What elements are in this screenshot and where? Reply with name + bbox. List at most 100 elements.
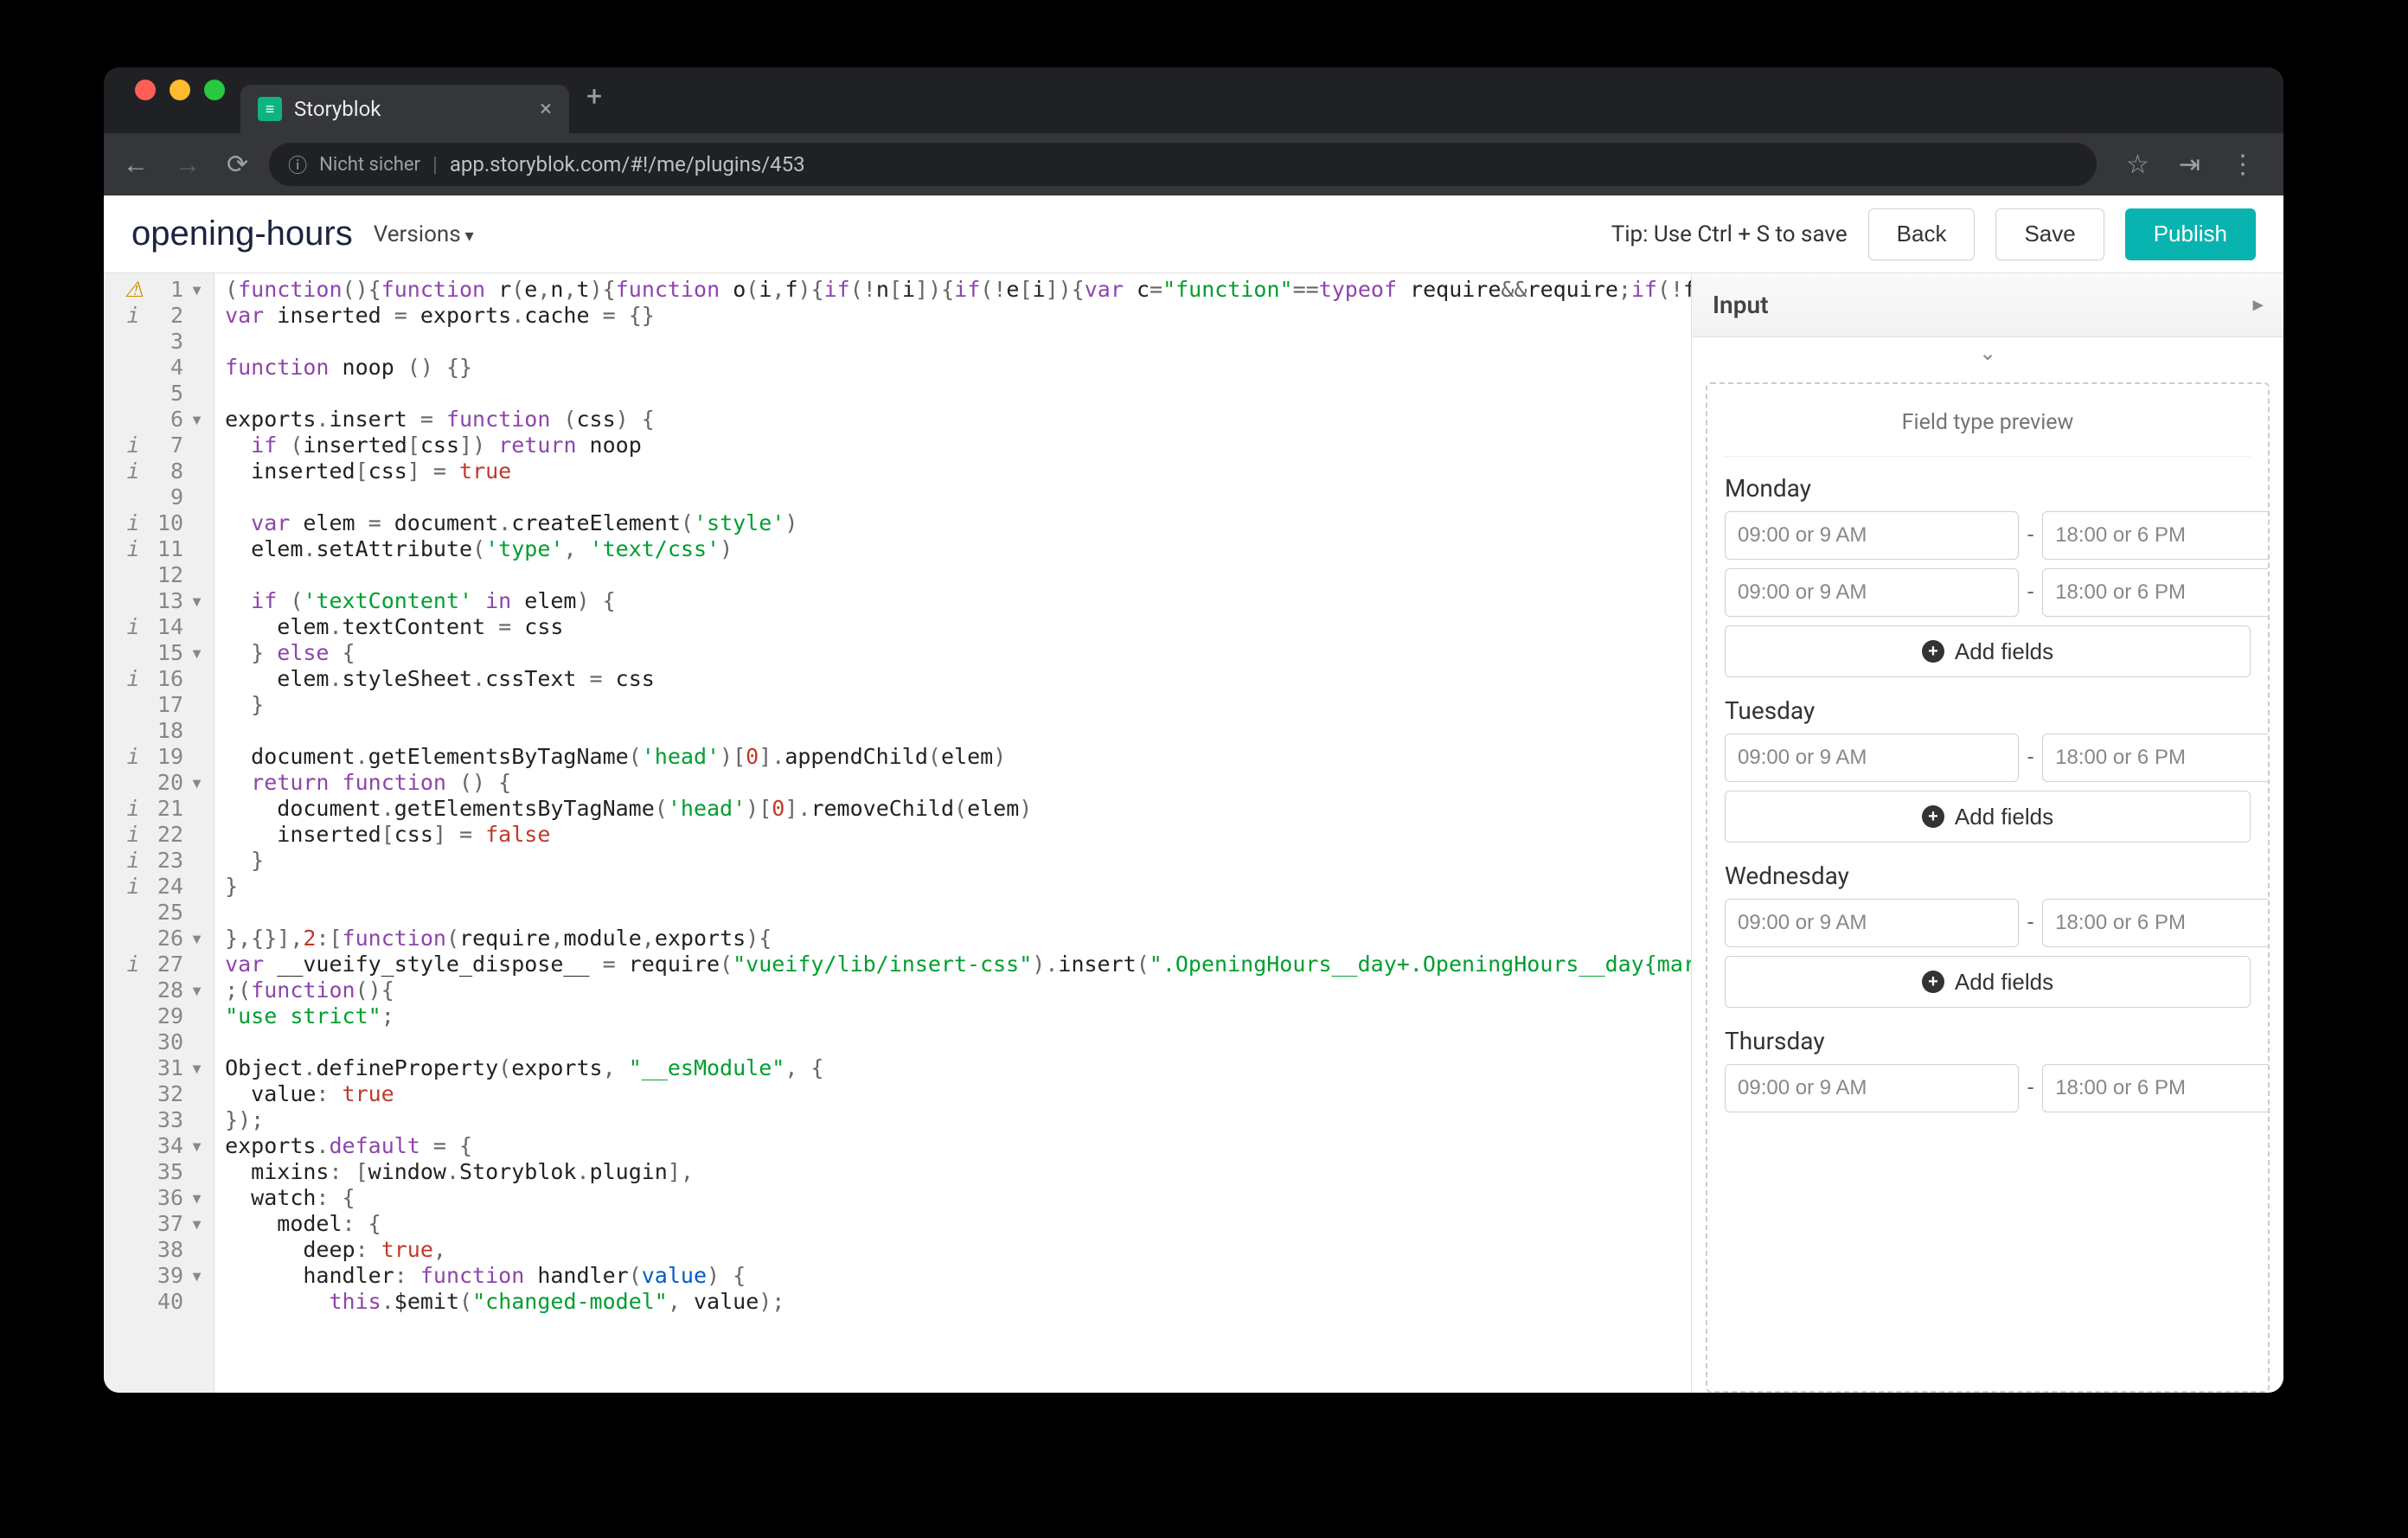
minimize-window-icon[interactable] bbox=[170, 80, 190, 100]
input-section-header[interactable]: Input ▸ bbox=[1692, 273, 2283, 337]
tab-close-icon[interactable]: × bbox=[540, 96, 552, 122]
code-line[interactable]: }); bbox=[225, 1107, 1681, 1133]
collapse-toggle[interactable]: ⌄ bbox=[1692, 337, 2283, 368]
url-field[interactable]: ⓘ Nicht sicher | app.storyblok.com/#!/me… bbox=[269, 143, 2097, 186]
gutter-line: 40 bbox=[125, 1289, 203, 1315]
add-fields-button[interactable]: +Add fields bbox=[1725, 791, 2251, 843]
gutter-line: 6▾ bbox=[125, 407, 203, 433]
code-line[interactable]: watch: { bbox=[225, 1185, 1681, 1211]
code-line[interactable]: var elem = document.createElement('style… bbox=[225, 510, 1681, 536]
time-from-input[interactable] bbox=[1725, 734, 2019, 782]
code-line[interactable]: if (inserted[css]) return noop bbox=[225, 433, 1681, 458]
code-line[interactable]: "use strict"; bbox=[225, 1003, 1681, 1029]
code-line[interactable]: exports.insert = function (css) { bbox=[225, 407, 1681, 433]
chevron-right-icon: ▸ bbox=[2253, 294, 2263, 316]
code-line[interactable]: } bbox=[225, 874, 1681, 900]
gutter-line: 28▾ bbox=[125, 977, 203, 1003]
code-line[interactable]: model: { bbox=[225, 1211, 1681, 1237]
time-from-input[interactable] bbox=[1725, 899, 2019, 947]
code-line[interactable]: if ('textContent' in elem) { bbox=[225, 588, 1681, 614]
new-tab-button[interactable]: + bbox=[569, 80, 619, 121]
code-line[interactable]: elem.styleSheet.cssText = css bbox=[225, 666, 1681, 692]
code-area[interactable]: (function(){function r(e,n,t){function o… bbox=[215, 273, 1691, 1393]
code-line[interactable]: deep: true, bbox=[225, 1237, 1681, 1263]
code-line[interactable]: inserted[css] = true bbox=[225, 458, 1681, 484]
gutter-line: i19 bbox=[125, 744, 203, 770]
code-line[interactable]: var inserted = exports.cache = {} bbox=[225, 303, 1681, 329]
gutter-line: 9 bbox=[125, 484, 203, 510]
gutter-line: i27 bbox=[125, 952, 203, 977]
dash-separator: - bbox=[2027, 580, 2033, 606]
code-line[interactable]: document.getElementsByTagName('head')[0]… bbox=[225, 796, 1681, 822]
code-line[interactable]: (function(){function r(e,n,t){function o… bbox=[225, 277, 1681, 303]
code-line[interactable]: value: true bbox=[225, 1081, 1681, 1107]
back-button[interactable]: Back bbox=[1868, 208, 1976, 260]
dash-separator: - bbox=[2027, 745, 2033, 771]
back-icon[interactable]: ← bbox=[118, 150, 154, 180]
code-line[interactable]: } bbox=[225, 848, 1681, 874]
gutter-line: 29 bbox=[125, 1003, 203, 1029]
add-fields-button[interactable]: +Add fields bbox=[1725, 956, 2251, 1008]
code-line[interactable]: return function () { bbox=[225, 770, 1681, 796]
save-button[interactable]: Save bbox=[1995, 208, 2104, 260]
input-label: Input bbox=[1713, 291, 1768, 319]
code-line[interactable] bbox=[225, 381, 1681, 407]
code-editor[interactable]: ⚠1▾i2 3 4 5 6▾i7 i8 9 i10 i11 12 13▾i14 … bbox=[104, 273, 1691, 1393]
time-to-input[interactable] bbox=[2042, 511, 2270, 560]
time-row: - bbox=[1725, 511, 2251, 560]
code-line[interactable]: },{}],2:[function(require,module,exports… bbox=[225, 926, 1681, 952]
time-from-input[interactable] bbox=[1725, 568, 2019, 617]
code-line[interactable]: exports.default = { bbox=[225, 1133, 1681, 1159]
day-block: Monday--+Add fields bbox=[1725, 474, 2251, 677]
code-line[interactable] bbox=[225, 900, 1681, 926]
code-line[interactable]: } bbox=[225, 692, 1681, 718]
code-line[interactable]: } else { bbox=[225, 640, 1681, 666]
code-line[interactable] bbox=[225, 562, 1681, 588]
site-info-icon[interactable]: ⓘ bbox=[288, 151, 307, 178]
code-line[interactable]: handler: function handler(value) { bbox=[225, 1263, 1681, 1289]
kebab-menu-icon[interactable]: ⋮ bbox=[2225, 150, 2261, 180]
time-to-input[interactable] bbox=[2042, 568, 2270, 617]
extensions-icon[interactable]: ⇥ bbox=[2174, 150, 2206, 180]
code-line[interactable]: Object.defineProperty(exports, "__esModu… bbox=[225, 1055, 1681, 1081]
versions-dropdown[interactable]: Versions bbox=[374, 221, 474, 247]
publish-button[interactable]: Publish bbox=[2125, 208, 2256, 260]
reload-icon[interactable]: ⟳ bbox=[221, 150, 253, 180]
time-to-input[interactable] bbox=[2042, 734, 2270, 782]
maximize-window-icon[interactable] bbox=[204, 80, 225, 100]
close-window-icon[interactable] bbox=[135, 80, 156, 100]
address-bar: ← → ⟳ ⓘ Nicht sicher | app.storyblok.com… bbox=[104, 133, 2283, 195]
code-line[interactable]: this.$emit("changed-model", value); bbox=[225, 1289, 1681, 1315]
gutter-line: 37▾ bbox=[125, 1211, 203, 1237]
forward-icon[interactable]: → bbox=[170, 150, 206, 180]
code-line[interactable]: document.getElementsByTagName('head')[0]… bbox=[225, 744, 1681, 770]
code-line[interactable]: elem.setAttribute('type', 'text/css') bbox=[225, 536, 1681, 562]
preview-body: Field type preview Monday--+Add fieldsTu… bbox=[1706, 382, 2270, 1393]
plus-icon: + bbox=[1922, 640, 1944, 663]
browser-tab[interactable]: ≡ Storyblok × bbox=[240, 85, 569, 133]
bookmark-star-icon[interactable]: ☆ bbox=[2121, 150, 2155, 180]
gutter-line: 3 bbox=[125, 329, 203, 355]
window-controls bbox=[119, 80, 240, 121]
add-fields-button[interactable]: +Add fields bbox=[1725, 625, 2251, 677]
code-line[interactable] bbox=[225, 718, 1681, 744]
gutter-line: i2 bbox=[125, 303, 203, 329]
code-line[interactable]: elem.textContent = css bbox=[225, 614, 1681, 640]
code-line[interactable] bbox=[225, 1029, 1681, 1055]
code-line[interactable]: mixins: [window.Storyblok.plugin], bbox=[225, 1159, 1681, 1185]
dash-separator: - bbox=[2027, 1075, 2033, 1101]
code-line[interactable]: function noop () {} bbox=[225, 355, 1681, 381]
gutter-line: i22 bbox=[125, 822, 203, 848]
time-to-input[interactable] bbox=[2042, 1064, 2270, 1112]
code-line[interactable] bbox=[225, 484, 1681, 510]
gutter-line: 34▾ bbox=[125, 1133, 203, 1159]
time-to-input[interactable] bbox=[2042, 899, 2270, 947]
time-from-input[interactable] bbox=[1725, 511, 2019, 560]
gutter-line: i11 bbox=[125, 536, 203, 562]
code-line[interactable]: ;(function(){ bbox=[225, 977, 1681, 1003]
code-line[interactable] bbox=[225, 329, 1681, 355]
dash-separator: - bbox=[2027, 910, 2033, 936]
time-from-input[interactable] bbox=[1725, 1064, 2019, 1112]
code-line[interactable]: var __vueify_style_dispose__ = require("… bbox=[225, 952, 1681, 977]
code-line[interactable]: inserted[css] = false bbox=[225, 822, 1681, 848]
